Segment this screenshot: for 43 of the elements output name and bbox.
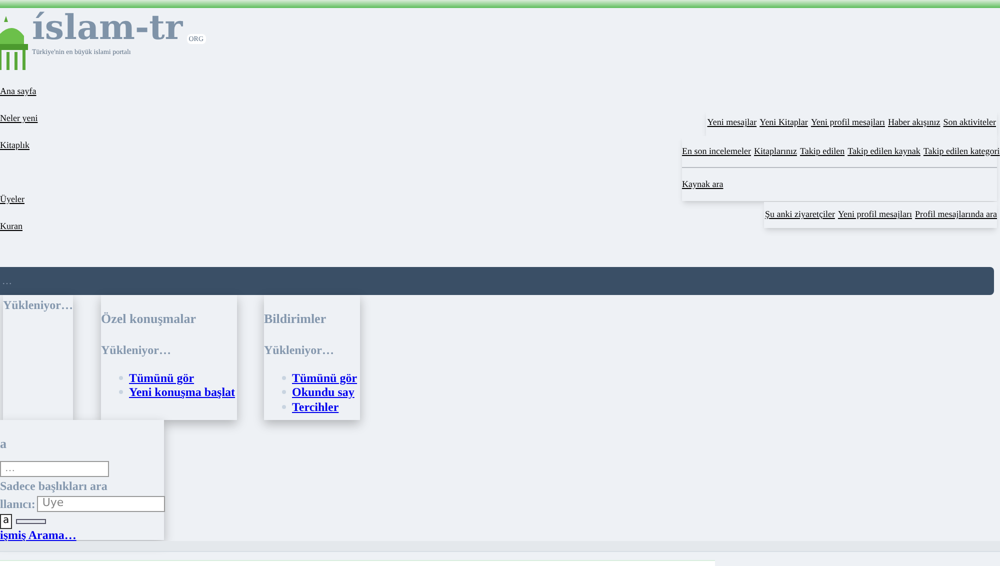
panel-title: Özel konuşmalar: [101, 310, 197, 328]
submenu-link[interactable]: Kitaplarınız: [754, 144, 797, 158]
submenu-link[interactable]: Şu anki ziyaretçiler: [764, 208, 835, 222]
search-button[interactable]: a: [0, 514, 12, 528]
nav-link[interactable]: Neler yeni: [0, 112, 38, 124]
nav-link[interactable]: Kitaplık: [0, 139, 30, 151]
bullet-icon: [282, 390, 286, 394]
nav-link[interactable]: Üyeler: [0, 193, 24, 205]
empty-button[interactable]: [16, 518, 46, 524]
search-field[interactable]: …: [0, 460, 109, 476]
panel-link[interactable]: Yeni konuşma başlat: [129, 385, 236, 400]
submenu-link[interactable]: Yeni Kitaplar: [760, 116, 808, 130]
logo-text: íslam-tr: [32, 8, 183, 48]
nav-link[interactable]: Kuran: [0, 220, 22, 232]
mosque-logo-icon: [0, 14, 28, 70]
loading-text: Yükleniyor…: [264, 342, 336, 358]
submenu-link[interactable]: En son incelemeler: [682, 144, 751, 158]
bullet-icon: [282, 376, 286, 380]
search-title: a: [0, 435, 8, 453]
submenu-link[interactable]: Yeni profil mesajları: [810, 116, 886, 130]
submenu-link[interactable]: Profil mesajlarında ara: [915, 208, 997, 222]
panel-link[interactable]: Tümünü gör: [129, 370, 194, 385]
panel-link[interactable]: Tercihler: [292, 400, 339, 414]
panel-title: Bildirimler: [264, 310, 328, 328]
bullet-icon: [119, 390, 123, 394]
submenu-link[interactable]: Takip edilen kaynak: [848, 144, 920, 158]
bullet-icon: [282, 404, 286, 409]
loading-text: Yükleniyor…: [101, 342, 172, 358]
panel-link[interactable]: Tümünü gör: [292, 370, 358, 385]
submenu-link[interactable]: Yeni mesajlar: [707, 116, 757, 130]
submenu-link[interactable]: Kaynak ara: [682, 178, 724, 192]
user-field[interactable]: Üye: [37, 496, 166, 512]
panel-link[interactable]: Okundu say: [292, 385, 354, 400]
bullet-icon: [119, 376, 123, 380]
submenu-link[interactable]: Yeni profil mesajları: [838, 208, 912, 222]
submenu-link[interactable]: Takip edilen: [800, 144, 845, 158]
loading-text: Yükleniyor…: [3, 297, 73, 314]
submenu-link[interactable]: Haber akışınız: [888, 116, 940, 130]
submenu-link[interactable]: Takip edilen kategori: [923, 144, 1000, 158]
advanced-search-link[interactable]: işmiş Arama…: [0, 528, 76, 542]
user-label: llanıcı:: [0, 496, 36, 512]
nav-link[interactable]: Ana sayfa: [0, 85, 36, 97]
submenu-link[interactable]: Son aktiviteler: [943, 116, 996, 130]
